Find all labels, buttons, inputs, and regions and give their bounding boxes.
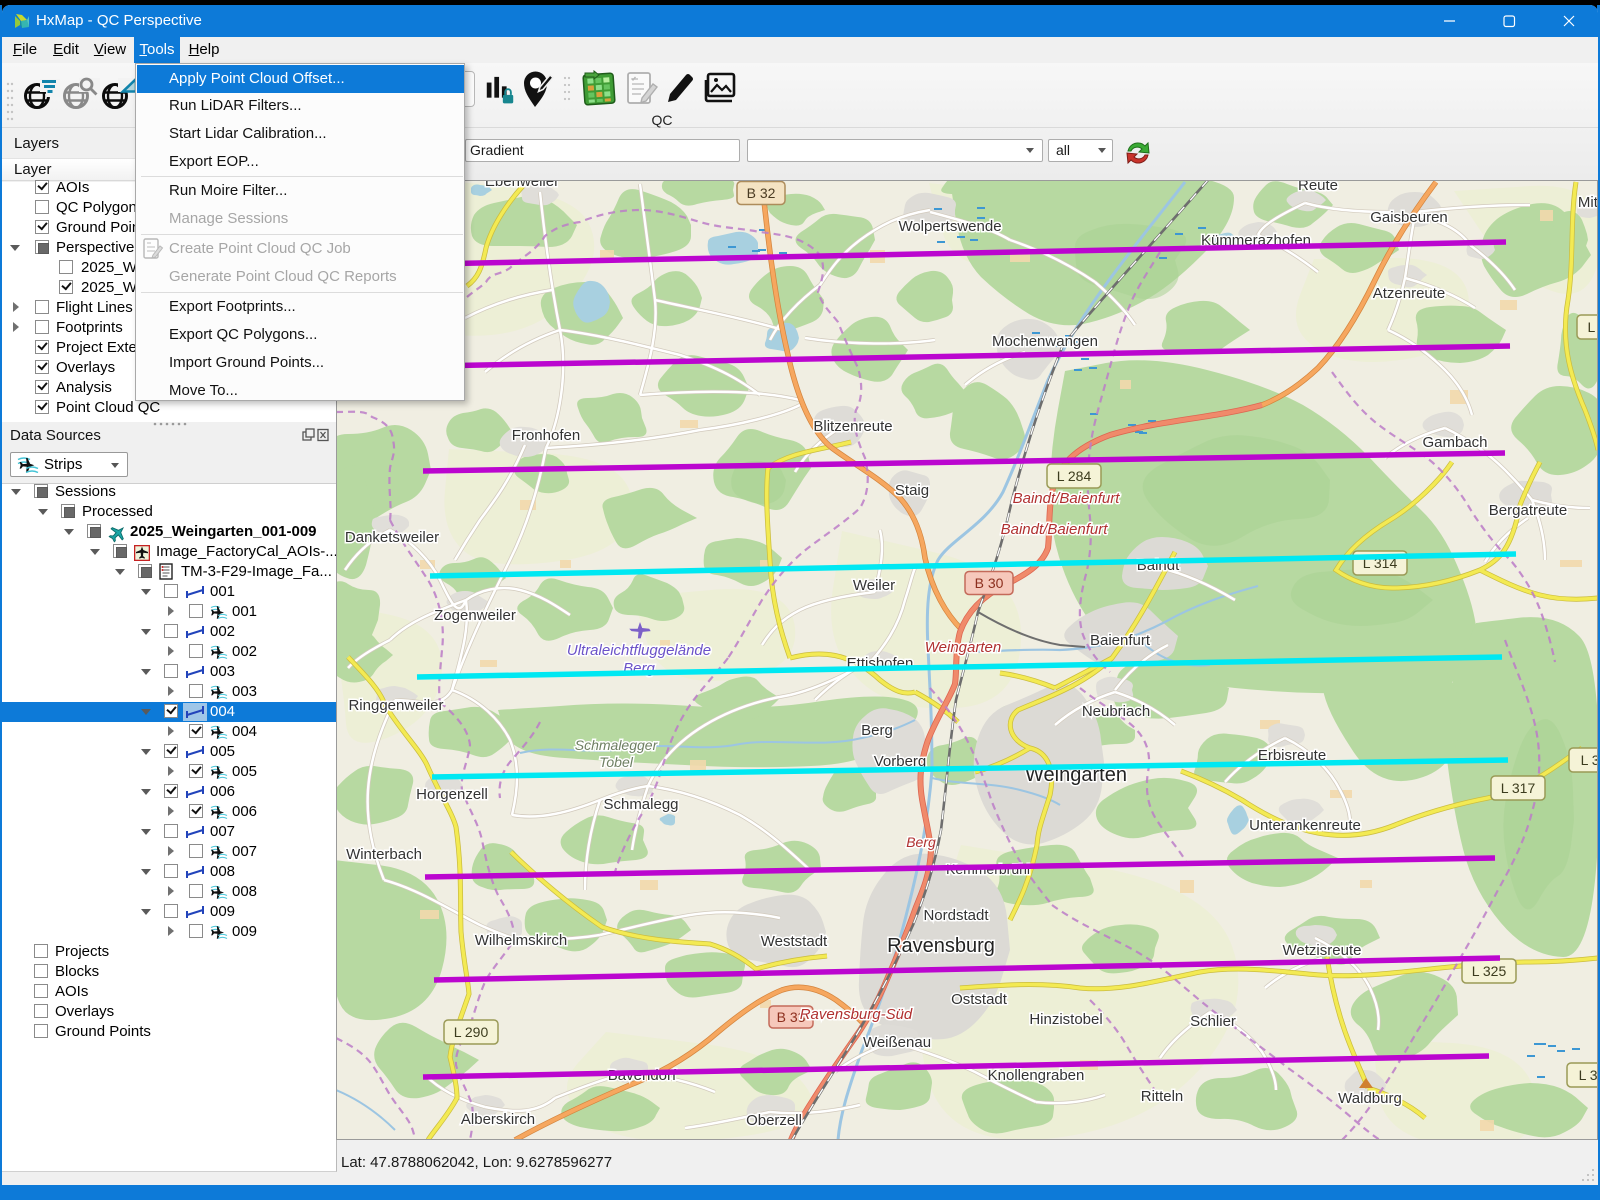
svg-text:Danketsweiler: Danketsweiler <box>345 529 439 546</box>
svg-text:Schmalegg: Schmalegg <box>603 796 678 813</box>
svg-text:B 30: B 30 <box>975 575 1004 591</box>
svg-text:Weiler: Weiler <box>853 577 895 594</box>
svg-text:Gambach: Gambach <box>1422 434 1487 451</box>
svg-text:Hinzistobel: Hinzistobel <box>1029 1011 1102 1028</box>
svg-text:Mochenwangen: Mochenwangen <box>992 333 1098 350</box>
svg-text:Schlier: Schlier <box>1190 1013 1236 1030</box>
svg-text:Ultraleichtfluggelände: Ultraleichtfluggelände <box>567 642 711 659</box>
svg-text:Weingarten: Weingarten <box>925 639 1001 656</box>
svg-text:Ringgenweiler: Ringgenweiler <box>348 697 443 714</box>
svg-text:L 3: L 3 <box>1588 319 1598 335</box>
svg-text:L 32: L 32 <box>1579 1067 1598 1083</box>
svg-text:Nordstadt: Nordstadt <box>923 907 989 924</box>
svg-text:Staig: Staig <box>895 482 929 499</box>
svg-text:Waldburg: Waldburg <box>1338 1090 1402 1107</box>
svg-text:L 317: L 317 <box>1501 780 1536 796</box>
svg-text:Mitt: Mitt <box>1578 194 1598 211</box>
svg-text:L 284: L 284 <box>1057 468 1092 484</box>
svg-text:L 325: L 325 <box>1472 963 1507 979</box>
svg-text:Neubriach: Neubriach <box>1082 703 1150 720</box>
svg-text:Tobel: Tobel <box>599 754 634 770</box>
svg-text:Alberskirch: Alberskirch <box>461 1111 535 1128</box>
svg-text:Fronhofen: Fronhofen <box>512 427 580 444</box>
svg-text:Berg: Berg <box>861 722 893 739</box>
svg-text:Gaisbeuren: Gaisbeuren <box>1370 209 1448 226</box>
svg-text:Zogenweiler: Zogenweiler <box>434 607 516 624</box>
svg-text:Baindt/Baienfurt: Baindt/Baienfurt <box>1013 490 1121 507</box>
svg-text:Ebenweiler: Ebenweiler <box>485 180 559 190</box>
svg-text:Unterankenreute: Unterankenreute <box>1249 817 1361 834</box>
svg-text:Winterbach: Winterbach <box>346 846 422 863</box>
svg-text:Reute: Reute <box>1298 180 1338 194</box>
svg-text:Ravensburg-Süd: Ravensburg-Süd <box>800 1006 913 1023</box>
svg-text:Bergatreute: Bergatreute <box>1489 502 1567 519</box>
svg-text:Berg: Berg <box>906 834 936 850</box>
svg-text:B 32: B 32 <box>747 185 776 201</box>
svg-text:Wetzisreute: Wetzisreute <box>1283 942 1362 959</box>
svg-text:Oststadt: Oststadt <box>951 991 1008 1008</box>
svg-text:Schmalegger: Schmalegger <box>575 737 659 753</box>
svg-text:Weißenau: Weißenau <box>863 1034 931 1051</box>
svg-text:Baindt/Baienfurt: Baindt/Baienfurt <box>1001 521 1109 538</box>
svg-text:Weststadt: Weststadt <box>761 933 828 950</box>
svg-text:Baienfurt: Baienfurt <box>1090 632 1151 649</box>
svg-text:Atzenreute: Atzenreute <box>1373 285 1446 302</box>
svg-text:Ravensburg: Ravensburg <box>887 935 995 957</box>
svg-text:Wilhelmskirch: Wilhelmskirch <box>475 932 568 949</box>
svg-text:Horgenzell: Horgenzell <box>416 786 488 803</box>
svg-text:L 31: L 31 <box>1581 752 1598 768</box>
svg-text:Oberzell: Oberzell <box>746 1112 802 1129</box>
svg-text:Blitzenreute: Blitzenreute <box>813 418 892 435</box>
svg-text:Wolpertswende: Wolpertswende <box>898 218 1001 235</box>
svg-text:L 290: L 290 <box>454 1024 489 1040</box>
svg-text:Knollengraben: Knollengraben <box>988 1067 1085 1084</box>
svg-text:Ritteln: Ritteln <box>1141 1088 1184 1105</box>
